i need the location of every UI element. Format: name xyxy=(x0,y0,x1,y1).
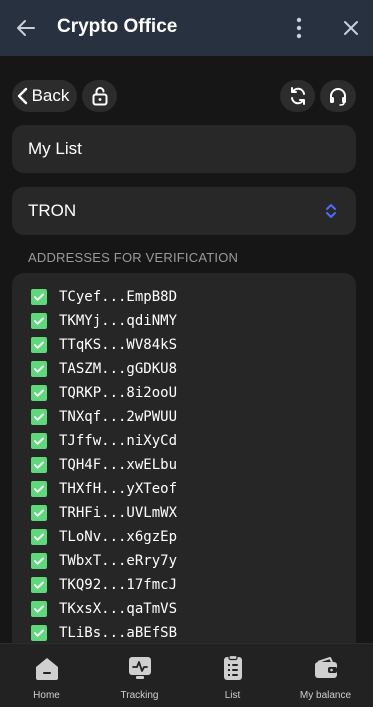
address-checkbox[interactable] xyxy=(31,361,47,377)
address-row[interactable]: TKMYj...qdiNMY xyxy=(31,309,177,333)
address-text: TKxsX...qaTmVS xyxy=(59,601,178,617)
address-checkbox[interactable] xyxy=(31,289,47,305)
nav-item-home[interactable]: Home xyxy=(0,644,93,707)
list-icon xyxy=(223,654,242,680)
address-checkbox[interactable] xyxy=(31,313,47,329)
close-icon[interactable] xyxy=(339,16,363,40)
address-text: TJffw...niXyCd xyxy=(59,433,178,449)
main-content: Back My List TRON ADDRESSES FOR VERIFICA… xyxy=(0,56,373,643)
address-row[interactable]: TWbxT...eRry7y xyxy=(31,549,177,573)
back-button[interactable]: Back xyxy=(12,80,77,112)
chevron-up-down-icon xyxy=(326,204,336,218)
checkmark-icon xyxy=(34,389,44,397)
back-button-label: Back xyxy=(31,86,70,105)
address-text: TLiBs...aBEfSB xyxy=(59,625,178,641)
address-text: THXfH...yXTeof xyxy=(59,481,178,497)
address-row[interactable]: TLiBs...aBEfSB xyxy=(31,621,177,643)
address-text: TTqKS...WV84kS xyxy=(59,337,178,353)
nav-label-tracking: Tracking xyxy=(120,690,159,701)
address-text: TNXqf...2wPWUU xyxy=(59,409,178,425)
address-text: TKMYj...qdiNMY xyxy=(59,313,178,329)
window-title: Crypto Office xyxy=(57,16,178,37)
bottom-navigation: Home Tracking List My balance xyxy=(0,643,373,707)
address-text: TWbxT...eRry7y xyxy=(59,553,178,569)
home-icon xyxy=(35,658,58,680)
address-row[interactable]: TRHFi...UVLmWX xyxy=(31,501,177,525)
address-row[interactable]: TQRKP...8i2ooU xyxy=(31,381,177,405)
address-list: TCyef...EmpB8D TKMYj...qdiNMY TTqKS...WV84… xyxy=(12,273,356,643)
address-row[interactable]: TKxsX...qaTmVS xyxy=(31,597,177,621)
checkmark-icon xyxy=(34,533,44,541)
checkmark-icon xyxy=(34,605,44,613)
nav-label-list: List xyxy=(224,690,241,701)
chevron-left-icon xyxy=(17,87,27,105)
lock-open-icon xyxy=(92,87,107,106)
checkmark-icon xyxy=(34,365,44,373)
addresses-section-label: ADDRESSES FOR VERIFICATION xyxy=(28,250,239,265)
checkmark-icon xyxy=(34,485,44,493)
address-checkbox[interactable] xyxy=(31,433,47,449)
headset-icon xyxy=(330,88,346,106)
checkmark-icon xyxy=(34,317,44,325)
network-select[interactable]: TRON xyxy=(12,187,356,235)
checkmark-icon xyxy=(34,509,44,517)
nav-label-home: Home xyxy=(33,690,60,701)
address-text: TLoNv...x6gzEp xyxy=(59,529,178,545)
address-row[interactable]: TKQ92...17fmcJ xyxy=(31,573,177,597)
address-row[interactable]: TNXqf...2wPWUU xyxy=(31,405,177,429)
address-row[interactable]: TJffw...niXyCd xyxy=(31,429,177,453)
nav-item-list[interactable]: List xyxy=(186,644,279,707)
address-row[interactable]: TCyef...EmpB8D xyxy=(31,285,177,309)
address-row[interactable]: TASZM...gGDKU8 xyxy=(31,357,177,381)
address-checkbox[interactable] xyxy=(31,625,47,641)
address-checkbox[interactable] xyxy=(31,457,47,473)
lock-button[interactable] xyxy=(82,80,117,112)
address-checkbox[interactable] xyxy=(31,553,47,569)
address-row[interactable]: THXfH...yXTeof xyxy=(31,477,177,501)
checkmark-icon xyxy=(34,341,44,349)
checkmark-icon xyxy=(34,293,44,301)
checkmark-icon xyxy=(34,557,44,565)
nav-item-my-balance[interactable]: My balance xyxy=(279,644,372,707)
address-text: TASZM...gGDKU8 xyxy=(59,361,178,377)
address-row[interactable]: TQH4F...xwELbu xyxy=(31,453,177,477)
address-text: TCyef...EmpB8D xyxy=(59,289,178,305)
tracking-icon xyxy=(128,657,151,679)
address-checkbox[interactable] xyxy=(31,337,47,353)
address-checkbox[interactable] xyxy=(31,529,47,545)
address-text: TKQ92...17fmcJ xyxy=(59,577,178,593)
checkmark-icon xyxy=(34,461,44,469)
address-checkbox[interactable] xyxy=(31,505,47,521)
address-row[interactable]: TLoNv...x6gzEp xyxy=(31,525,177,549)
checkmark-icon xyxy=(34,437,44,445)
nav-label-my-balance: My balance xyxy=(299,690,352,701)
address-checkbox[interactable] xyxy=(31,409,47,425)
checkmark-icon xyxy=(34,581,44,589)
list-name-field[interactable]: My List xyxy=(12,125,356,173)
address-text: TRHFi...UVLmWX xyxy=(59,505,178,521)
address-checkbox[interactable] xyxy=(31,601,47,617)
arrow-left-icon[interactable] xyxy=(14,16,38,40)
checkmark-icon xyxy=(34,629,44,637)
support-button[interactable] xyxy=(320,80,356,112)
address-text: TQRKP...8i2ooU xyxy=(59,385,178,401)
more-vertical-icon[interactable] xyxy=(288,16,310,40)
title-bar: Crypto Office xyxy=(0,0,373,56)
address-checkbox[interactable] xyxy=(31,577,47,593)
network-select-value: TRON xyxy=(28,201,77,220)
refresh-button[interactable] xyxy=(280,80,315,112)
wallet-icon xyxy=(314,657,337,678)
refresh-icon xyxy=(290,87,305,105)
address-text: TQH4F...xwELbu xyxy=(59,457,178,473)
address-checkbox[interactable] xyxy=(31,481,47,497)
address-row[interactable]: TTqKS...WV84kS xyxy=(31,333,177,357)
nav-item-tracking[interactable]: Tracking xyxy=(93,644,186,707)
checkmark-icon xyxy=(34,413,44,421)
address-checkbox[interactable] xyxy=(31,385,47,401)
